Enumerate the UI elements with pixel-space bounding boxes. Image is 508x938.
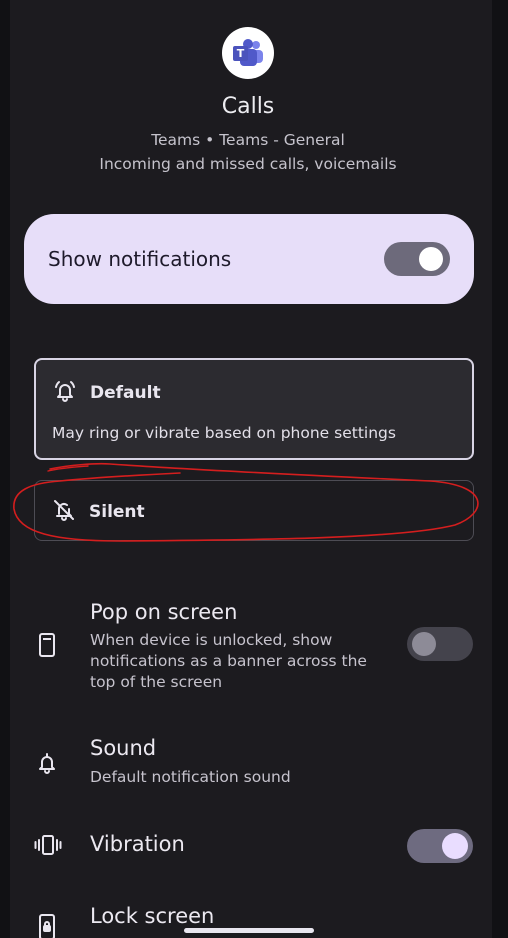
show-notifications-toggle[interactable] (384, 242, 450, 276)
toggle-knob (419, 247, 443, 271)
vibration-toggle[interactable] (407, 829, 473, 863)
toggle-knob (442, 833, 468, 859)
sound-description: Default notification sound (90, 768, 291, 786)
toggle-knob (412, 632, 436, 656)
default-option-description: May ring or vibrate based on phone setti… (52, 424, 396, 442)
show-notifications-label: Show notifications (48, 247, 232, 271)
pop-on-screen-setting[interactable]: Pop on screen When device is unlocked, s… (0, 596, 496, 696)
show-notifications-card[interactable]: Show notifications (24, 214, 474, 304)
pop-on-screen-description: When device is unlocked, show notificati… (90, 631, 367, 691)
vibration-title: Vibration (90, 832, 185, 856)
bell-ring-icon (52, 378, 78, 408)
pop-on-screen-title: Pop on screen (90, 600, 238, 624)
sound-setting[interactable]: Sound Default notification sound (0, 734, 496, 794)
lock-screen-title: Lock screen (90, 904, 215, 928)
lock-screen-icon (34, 914, 60, 938)
phone-screen-icon (34, 632, 60, 662)
bell-icon (34, 750, 60, 780)
pop-on-screen-toggle[interactable] (407, 627, 473, 661)
bell-off-icon (51, 497, 77, 527)
notification-settings-screen: T Calls Teams • Teams - General Incoming… (0, 0, 508, 938)
default-option-header: Default (52, 378, 161, 408)
page-title: Calls (221, 94, 275, 119)
home-gesture-bar[interactable] (184, 928, 314, 933)
default-option[interactable]: Default May ring or vibrate based on pho… (34, 358, 474, 460)
silent-option-header: Silent (51, 497, 145, 527)
microsoft-teams-icon: T (222, 27, 274, 79)
page-subtitle-description: Incoming and missed calls, voicemails (99, 155, 397, 173)
sound-title: Sound (90, 736, 157, 760)
page-subtitle-channel: Teams • Teams - General (151, 131, 345, 149)
vibration-icon (34, 832, 62, 862)
silent-option-label: Silent (89, 502, 145, 522)
default-option-label: Default (90, 383, 161, 403)
silent-option[interactable]: Silent (34, 480, 474, 541)
svg-text:T: T (237, 47, 245, 60)
vibration-setting[interactable]: Vibration (0, 826, 496, 866)
